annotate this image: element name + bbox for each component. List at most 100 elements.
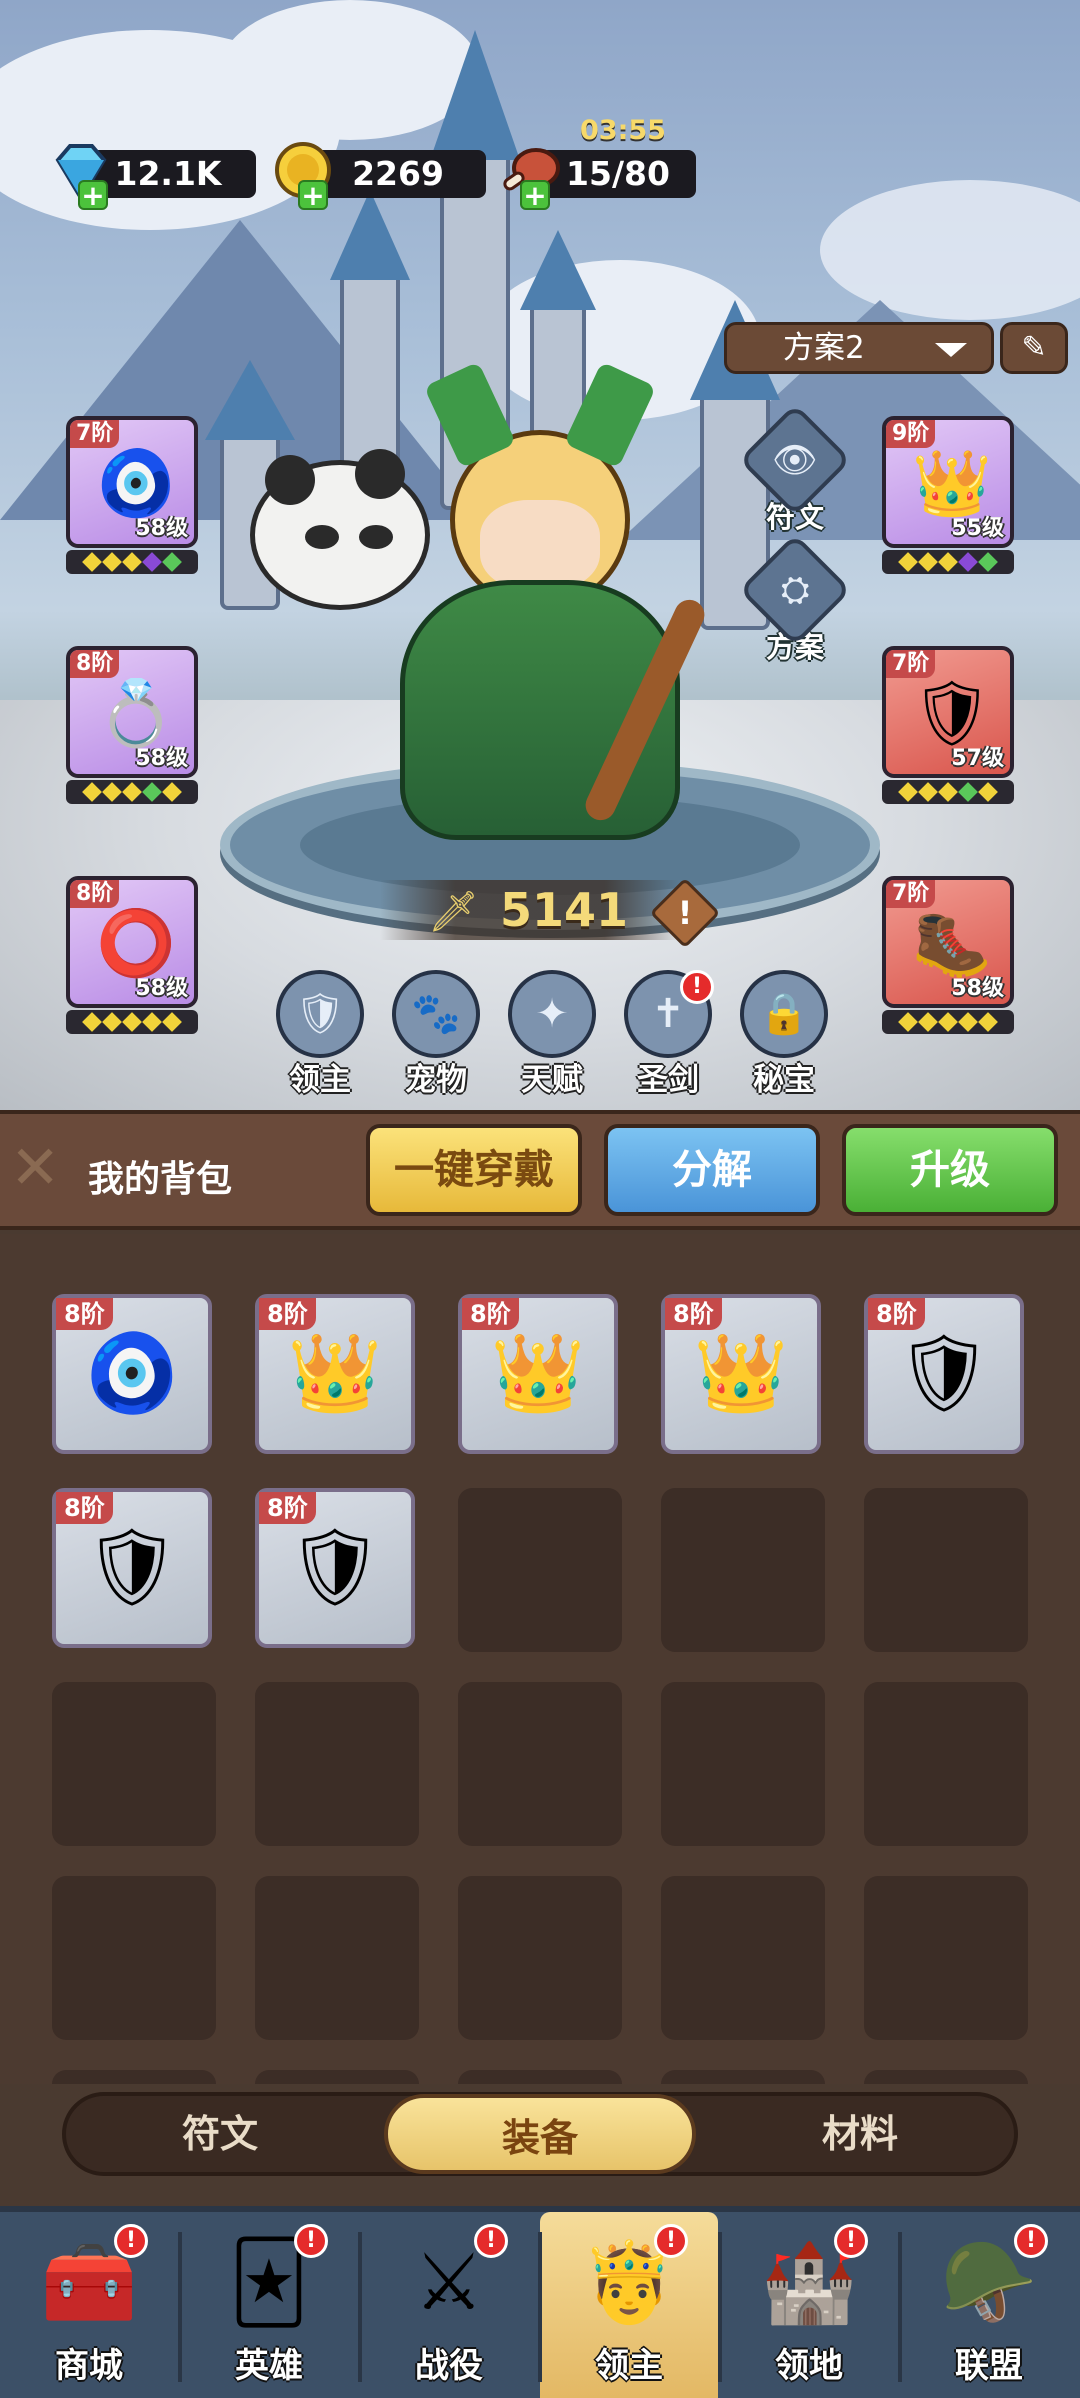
scheme-label: 方案2	[783, 330, 865, 366]
equipment-gem-sockets	[66, 550, 198, 574]
equipment-tier: 9阶	[886, 420, 936, 448]
castle-icon: 🏰	[760, 2238, 858, 2328]
bag-item[interactable]: 🧿 8阶	[52, 1294, 212, 1454]
empty-bag-slot	[255, 2070, 419, 2084]
socket-gem	[142, 782, 162, 802]
socket-gem	[122, 782, 142, 802]
equipment-level: 58级	[951, 976, 1004, 1001]
equipment-slot-left-2[interactable]: 💍 8阶 58级	[66, 646, 198, 806]
equipment-gem-sockets	[66, 1010, 198, 1034]
shield-crest-icon: 🛡	[276, 970, 364, 1058]
nav-label: 联盟	[955, 2346, 1023, 2386]
equipment-gem-sockets	[882, 780, 1014, 804]
socket-gem	[82, 782, 102, 802]
nav-divider	[358, 2232, 362, 2382]
empty-bag-slot	[52, 1876, 216, 2040]
feature-label: 秘宝	[753, 1062, 815, 1098]
nav-item-2[interactable]: 🃏 英雄	[180, 2212, 358, 2398]
equipment-card: 💍 8阶 58级	[66, 646, 198, 778]
socket-gem	[142, 1012, 162, 1032]
edit-scheme-button[interactable]: ✎	[1000, 322, 1068, 374]
armor-icon: 🛡	[83, 1522, 181, 1611]
nav-item-3[interactable]: ⚔ 战役	[360, 2212, 538, 2398]
nav-item-6[interactable]: 🪖 联盟	[900, 2212, 1078, 2398]
amulet-icon: 🧿	[84, 1328, 180, 1417]
hero-cards-icon: 🃏	[229, 2238, 309, 2328]
empty-bag-slot	[864, 2070, 1028, 2084]
nav-label: 战役	[415, 2346, 483, 2386]
equipment-tier: 7阶	[886, 880, 936, 908]
empty-bag-slot	[864, 1488, 1028, 1652]
socket-gem	[978, 552, 998, 572]
tab-material[interactable]: 材料	[730, 2094, 990, 2174]
equip-all-button[interactable]: 一键穿戴	[366, 1124, 582, 1216]
add-stamina-button[interactable]: +	[520, 180, 550, 210]
equipment-level: 57级	[951, 746, 1004, 771]
feature-label: 领主	[289, 1062, 351, 1098]
stamina-timer: 03:55	[580, 115, 666, 146]
feature-label: 圣剑	[637, 1062, 699, 1098]
equipment-slot-right-3[interactable]: 🥾 7阶 58级	[882, 876, 1014, 1036]
equipment-slot-left-3[interactable]: ⭕ 8阶 58级	[66, 876, 198, 1036]
equipment-level: 58级	[135, 746, 188, 771]
socket-gem	[938, 782, 958, 802]
alert-badge-icon: !	[294, 2224, 328, 2258]
bag-item[interactable]: 🛡 8阶	[52, 1488, 212, 1648]
alert-badge-icon: !	[474, 2224, 508, 2258]
talent-node-icon: ✦	[508, 970, 596, 1058]
bag-item[interactable]: 👑 8阶	[661, 1294, 821, 1454]
socket-gem	[918, 782, 938, 802]
tab-rune[interactable]: 符文	[90, 2094, 350, 2174]
equipment-card: 🧿 7阶 58级	[66, 416, 198, 548]
panda-pet-art[interactable]	[250, 449, 430, 610]
socket-gem	[162, 782, 182, 802]
alert-badge-icon: !	[1014, 2224, 1048, 2258]
item-tier: 8阶	[868, 1298, 925, 1330]
nav-item-5[interactable]: 🏰 领地	[720, 2212, 898, 2398]
feature-button-3[interactable]: ✦ 天赋	[502, 970, 602, 1099]
feature-button-5[interactable]: 🔒 秘宝	[734, 970, 834, 1099]
equipment-slot-right-1[interactable]: 👑 9阶 55级	[882, 416, 1014, 576]
equipment-slot-right-2[interactable]: 🛡 7阶 57级	[882, 646, 1014, 806]
equipment-slot-left-1[interactable]: 🧿 7阶 58级	[66, 416, 198, 576]
lock-icon: 🔒	[740, 970, 828, 1058]
socket-gem	[122, 552, 142, 572]
equipment-gem-sockets	[882, 1010, 1014, 1034]
item-tier: 8阶	[462, 1298, 519, 1330]
nav-label: 商城	[55, 2346, 123, 2386]
socket-gem	[898, 552, 918, 572]
socket-gem	[102, 1012, 122, 1032]
nav-item-1[interactable]: 🧰 商城	[0, 2212, 178, 2398]
empty-bag-slot	[661, 1682, 825, 1846]
bag-item[interactable]: 🛡 8阶	[255, 1488, 415, 1648]
add-gold-button[interactable]: +	[298, 180, 328, 210]
sword-power-icon: 🗡	[428, 889, 479, 935]
nav-item-4[interactable]: 🤴 领主	[540, 2212, 718, 2398]
nav-divider	[538, 2232, 542, 2382]
pencil-icon: ✎	[1021, 330, 1047, 365]
feature-label: 天赋	[521, 1062, 583, 1098]
tab-equipment[interactable]: 装备	[384, 2094, 696, 2174]
lord-crown-icon: 🤴	[580, 2238, 678, 2328]
upgrade-button[interactable]: 升级	[842, 1124, 1058, 1216]
feature-button-2[interactable]: 🐾 宠物	[386, 970, 486, 1099]
equipment-gem-sockets	[66, 780, 198, 804]
equipment-gem-sockets	[882, 550, 1014, 574]
feature-button-1[interactable]: 🛡 领主	[270, 970, 370, 1099]
socket-gem	[918, 1012, 938, 1032]
bag-item[interactable]: 🛡 8阶	[864, 1294, 1024, 1454]
equipment-tier: 7阶	[886, 650, 936, 678]
scheme-dropdown[interactable]: 方案2	[724, 322, 994, 374]
bag-item[interactable]: 👑 8阶	[458, 1294, 618, 1454]
bag-grid: 🧿 8阶 👑 8阶 👑 8阶 👑 8阶 🛡 8阶 🛡 8阶 🛡 8阶	[0, 1234, 1080, 2084]
lord-character-art[interactable]	[330, 361, 750, 840]
add-diamonds-button[interactable]: +	[78, 180, 108, 210]
rune-button[interactable]: 👁 符文	[738, 403, 852, 536]
dismantle-button[interactable]: 分解	[604, 1124, 820, 1216]
bag-item[interactable]: 👑 8阶	[255, 1294, 415, 1454]
equipment-level: 58级	[135, 976, 188, 1001]
equipment-level: 58级	[135, 516, 188, 541]
empty-bag-slot	[864, 1876, 1028, 2040]
scheme-button[interactable]: ⛭ 方案	[738, 533, 852, 666]
combat-power-value: 5141	[500, 883, 629, 937]
